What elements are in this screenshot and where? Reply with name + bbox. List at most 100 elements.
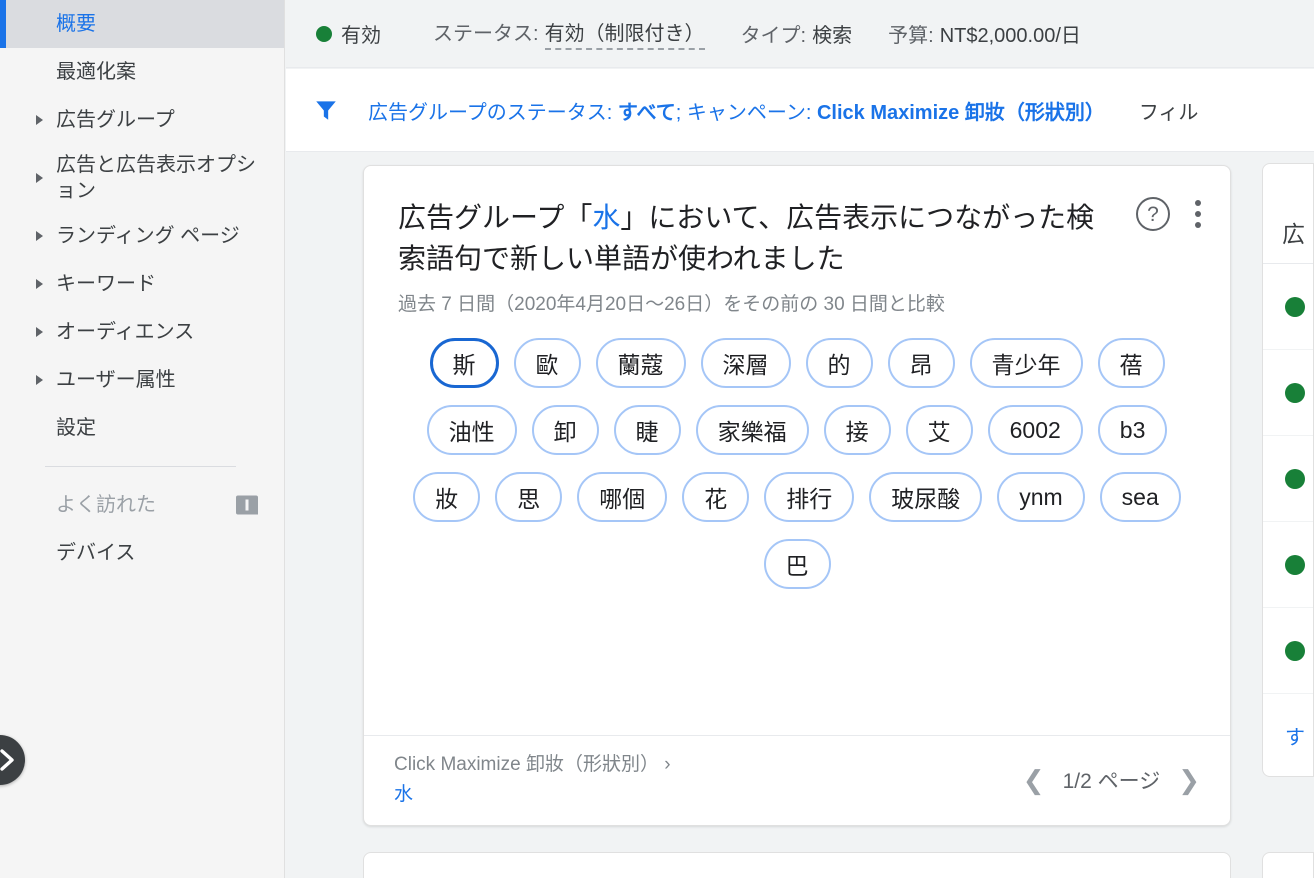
- word-chip[interactable]: 艾: [905, 405, 973, 456]
- word-chip[interactable]: 昂: [887, 338, 955, 389]
- status-dot-icon: [1285, 382, 1305, 403]
- word-chip[interactable]: 家樂福: [695, 405, 809, 456]
- word-chip[interactable]: 卸: [531, 405, 599, 456]
- left-sidebar: 概要 最適化案 広告グループ 広告と広告表示オプション ランディング ページ キ…: [0, 0, 285, 878]
- word-chip[interactable]: 接: [823, 405, 891, 456]
- word-chip[interactable]: 排行: [764, 472, 855, 523]
- sidebar-item-audiences[interactable]: オーディエンス: [0, 308, 284, 356]
- previous-page-button[interactable]: ❮: [1023, 767, 1045, 793]
- right-panel-bottom-partial: [1262, 852, 1314, 878]
- word-chip[interactable]: 的: [805, 338, 873, 389]
- feedback-icon[interactable]: [236, 495, 258, 515]
- card-footer: Click Maximize 卸妝（形狀別） › 水 ❮ 1/2 ページ ❯: [364, 735, 1230, 825]
- new-words-insight-card: 広告グループ「水」において、広告表示につながった検索語句で新しい単語が使われまし…: [363, 165, 1231, 826]
- table-column-header[interactable]: 広: [1263, 164, 1313, 264]
- type-field-value: 検索: [812, 25, 853, 47]
- filter-separator: ;: [675, 101, 687, 124]
- word-chip[interactable]: 蓓: [1097, 338, 1165, 389]
- new-words-chip-area: 斯 歐 蘭蔻 深層 的 昂 青少年 蓓 油性 卸 睫 家樂福 接 艾 6002 …: [364, 316, 1230, 735]
- sidebar-item-demographics[interactable]: ユーザー属性: [0, 356, 284, 404]
- chevron-right-icon: [36, 231, 43, 241]
- word-chip[interactable]: 油性: [426, 405, 517, 456]
- sidebar-item-settings[interactable]: 設定: [0, 404, 284, 452]
- sidebar-item-keywords[interactable]: キーワード: [0, 260, 284, 308]
- sidebar-item-label: 広告と広告表示オプション: [56, 154, 256, 202]
- active-filter-chip[interactable]: 広告グループのステータス: すべて; キャンペーン: Click Maximiz…: [368, 96, 1105, 125]
- word-chip[interactable]: 蘭蔻: [595, 338, 686, 389]
- sidebar-item-label: オーディエンス: [56, 321, 195, 343]
- sidebar-item-ad-groups[interactable]: 広告グループ: [0, 96, 284, 144]
- filter-funnel-icon[interactable]: [312, 97, 340, 123]
- sidebar-item-label: ユーザー属性: [56, 369, 176, 391]
- more-vert-icon: [1195, 211, 1201, 217]
- next-page-button[interactable]: ❯: [1178, 767, 1200, 793]
- more-options-button[interactable]: [1192, 196, 1204, 232]
- breadcrumb: Click Maximize 卸妝（形狀別） › 水: [394, 750, 671, 809]
- table-row[interactable]: [1263, 350, 1313, 436]
- chip-row: 油性 卸 睫 家樂福 接 艾 6002 b3: [394, 405, 1200, 456]
- word-chip[interactable]: 深層: [700, 338, 791, 389]
- status-field-label: ステータス:: [433, 23, 539, 45]
- word-chip[interactable]: 睫: [613, 405, 681, 456]
- table-row[interactable]: [1263, 522, 1313, 608]
- word-chip[interactable]: 巴: [763, 539, 831, 590]
- word-chip[interactable]: 妝: [413, 472, 481, 523]
- sidebar-item-landing-pages[interactable]: ランディング ページ: [0, 212, 284, 260]
- help-button[interactable]: ?: [1136, 197, 1170, 231]
- budget-field-value[interactable]: NT$2,000.00/日: [940, 19, 1081, 48]
- word-chip[interactable]: 花: [682, 472, 750, 523]
- word-chip[interactable]: sea: [1099, 472, 1181, 523]
- chip-row: 巴: [394, 539, 1200, 590]
- help-circle-icon: ?: [1136, 197, 1170, 231]
- sidebar-divider: [45, 466, 236, 467]
- sidebar-item-frequently-visited[interactable]: よく訪れた: [0, 481, 284, 529]
- more-vert-icon: [1195, 222, 1201, 228]
- sidebar-item-label: ランディング ページ: [56, 225, 240, 247]
- sidebar-item-label: キーワード: [56, 273, 156, 295]
- type-field-label: タイプ:: [740, 25, 807, 47]
- status-dot-icon: [1285, 296, 1305, 317]
- breadcrumb-adgroup-link[interactable]: 水: [394, 780, 671, 809]
- word-chip[interactable]: 玻尿酸: [869, 472, 983, 523]
- chip-row: 妝 思 哪個 花 排行 玻尿酸 ynm sea: [394, 472, 1200, 523]
- word-chip[interactable]: 歐: [513, 338, 581, 389]
- table-row[interactable]: [1263, 264, 1313, 350]
- sidebar-item-label: 設定: [56, 417, 96, 439]
- sidebar-item-recommendations[interactable]: 最適化案: [0, 48, 284, 96]
- filter-campaign-value: Click Maximize 卸妝（形狀別）: [816, 101, 1105, 124]
- chevron-right-icon: [36, 115, 43, 125]
- word-chip[interactable]: 青少年: [969, 338, 1083, 389]
- chevron-right-icon: [36, 375, 43, 385]
- sidebar-expand-toggle-button[interactable]: [0, 735, 25, 785]
- word-chip[interactable]: 斯: [429, 338, 499, 389]
- word-chip[interactable]: b3: [1097, 405, 1168, 456]
- next-insight-card-partial[interactable]: [363, 852, 1231, 878]
- status-field-value[interactable]: 有効（制限付き）: [544, 17, 705, 50]
- table-row[interactable]: [1263, 608, 1313, 694]
- sidebar-item-label: 広告グループ: [56, 109, 175, 131]
- card-header: 広告グループ「水」において、広告表示につながった検索語句で新しい単語が使われまし…: [364, 166, 1230, 316]
- card-subtitle-date-range: 過去 7 日間（2020年4月20日〜26日）をその前の 30 日間と比較: [398, 294, 945, 316]
- campaign-status-bar: 有効 ステータス: 有効（制限付き） タイプ: 検索 予算: NT$2,000.…: [286, 0, 1314, 68]
- card-title-prefix: 広告グループ「: [398, 202, 593, 233]
- sidebar-item-overview[interactable]: 概要: [0, 0, 284, 48]
- table-row[interactable]: [1263, 436, 1313, 522]
- filter-campaign-label: キャンペーン:: [686, 101, 817, 124]
- word-chip[interactable]: ynm: [997, 472, 1085, 523]
- ad-groups-table-partial: 広 す: [1262, 163, 1314, 777]
- status-dot-icon: [1285, 554, 1305, 575]
- word-chip[interactable]: 6002: [987, 405, 1083, 456]
- chevron-right-icon: [36, 279, 43, 289]
- budget-field-label: 予算:: [888, 25, 934, 47]
- chevron-right-icon: [36, 327, 43, 337]
- sidebar-item-ads-and-extensions[interactable]: 広告と広告表示オプション: [0, 144, 284, 212]
- table-total-row: す: [1285, 726, 1305, 749]
- add-filter-button[interactable]: フィル: [1139, 96, 1199, 125]
- sidebar-item-devices[interactable]: デバイス: [0, 529, 284, 577]
- word-chip[interactable]: 哪個: [577, 472, 668, 523]
- sidebar-item-label: デバイス: [56, 542, 136, 564]
- word-chip[interactable]: 思: [495, 472, 563, 523]
- sidebar-item-label: よく訪れた: [56, 494, 156, 516]
- breadcrumb-campaign[interactable]: Click Maximize 卸妝（形狀別） ›: [394, 754, 671, 775]
- filter-adgroup-status-label: 広告グループのステータス:: [368, 101, 618, 124]
